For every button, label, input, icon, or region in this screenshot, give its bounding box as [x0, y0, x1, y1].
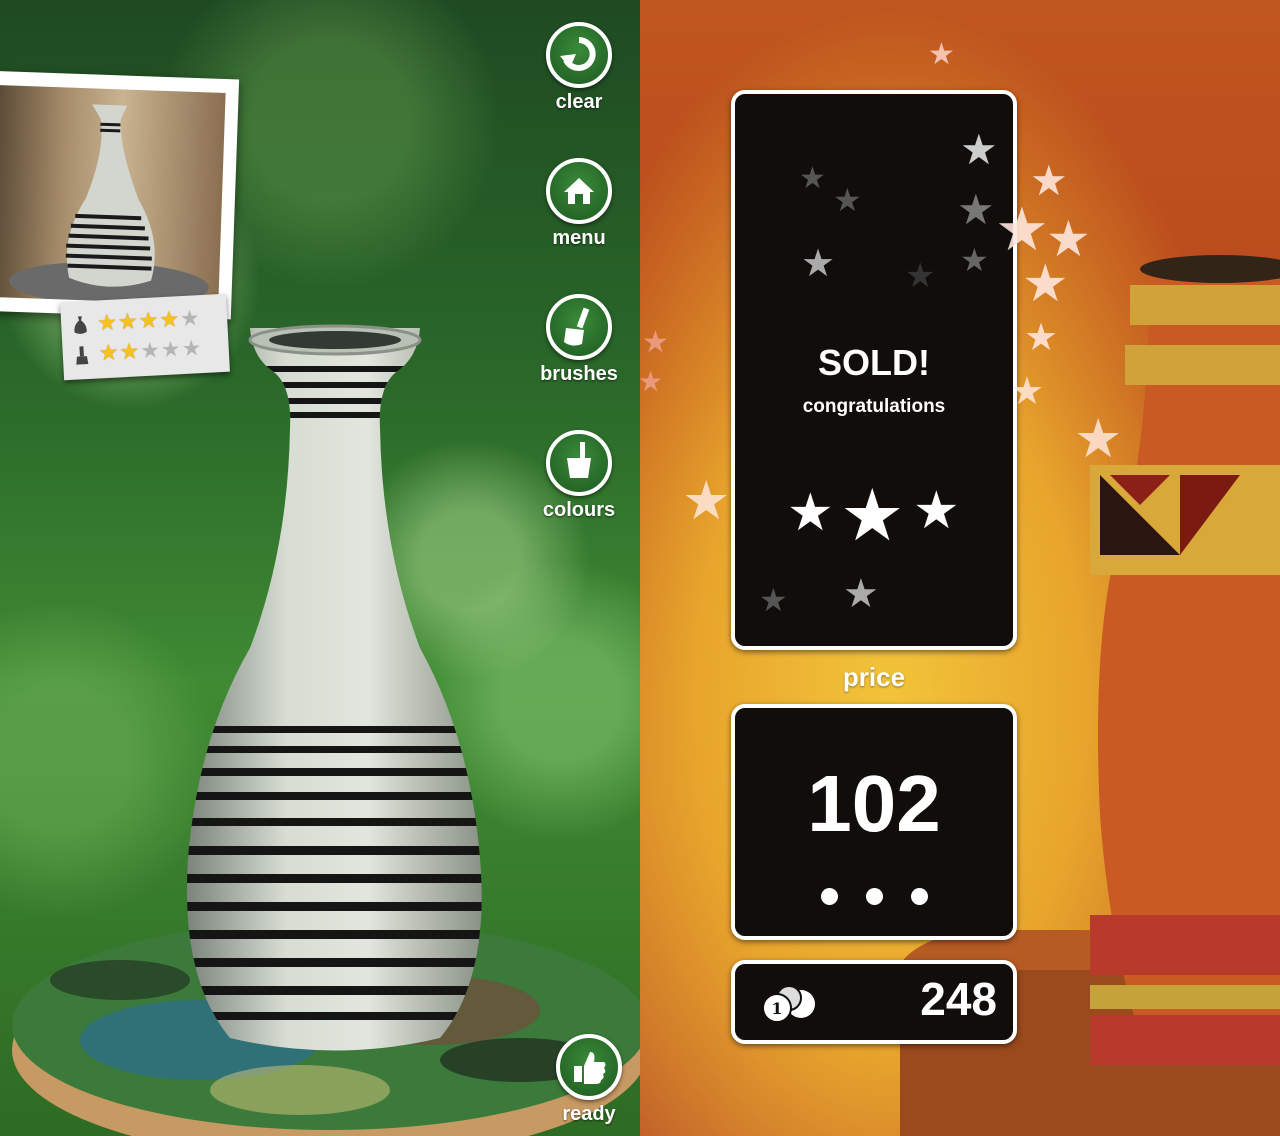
paint-rating: ★★★★★ [70, 335, 203, 370]
rating-card: ★★★★★ ★★★★★ [60, 293, 230, 381]
filled-star-icon: ★ [98, 340, 120, 367]
brushes-button[interactable]: brushes [524, 294, 634, 386]
coins-value: 248 [920, 973, 997, 1025]
empty-star-icon: ★ [160, 337, 182, 364]
filled-star-icon: ★ [158, 307, 180, 334]
filled-star-icon: ★ [138, 308, 160, 335]
empty-star-icon: ★ [139, 338, 161, 365]
price-dots [735, 888, 1013, 905]
bg-star: ★ [957, 185, 995, 234]
sparkle-star: ★ [928, 37, 955, 72]
bg-star: ★ [960, 241, 989, 279]
price-value: 102 [807, 759, 941, 848]
price-panel: 102 [731, 704, 1017, 940]
vase-icon [74, 316, 87, 334]
sold-panel: SOLD! congratulations ★ ★ ★ ★ ★ ★ ★ ★ ★ … [731, 90, 1017, 650]
award-star-1: ★ [787, 483, 834, 543]
dot [865, 888, 883, 905]
ready-button[interactable]: ready [534, 1034, 640, 1126]
bg-star: ★ [843, 571, 879, 617]
sold-title: SOLD! [818, 342, 930, 383]
sparkle-star: ★ [682, 469, 731, 532]
bg-star: ★ [905, 256, 936, 296]
clear-label: clear [555, 91, 603, 113]
vase-thumbnail [0, 85, 226, 305]
colours-label: colours [542, 499, 616, 521]
filled-star-icon: ★ [96, 310, 118, 337]
sparkle-star: ★ [1024, 315, 1059, 359]
shape-stars: ★★★★★ [96, 306, 202, 337]
brush-icon [76, 346, 89, 365]
striped-vase [186, 324, 482, 1051]
african-vase [1090, 255, 1280, 1065]
paint-stars: ★★★★★ [98, 336, 203, 367]
dot [910, 888, 928, 905]
shape-rating: ★★★★★ [69, 305, 202, 340]
sparkle-star: ★ [1022, 254, 1069, 314]
filled-star-icon: ★ [117, 309, 139, 336]
brushes-label: brushes [540, 363, 618, 385]
price-label: price [842, 662, 906, 692]
menu-button[interactable]: menu [524, 158, 634, 250]
sparkle-star: ★ [638, 365, 664, 398]
clear-button[interactable]: clear [524, 22, 634, 114]
sparkle-star: ★ [995, 195, 1049, 265]
colours-button[interactable]: colours [524, 430, 634, 522]
filled-star-icon: ★ [118, 339, 140, 366]
home-icon [564, 178, 594, 204]
menu-label: menu [552, 227, 606, 249]
thumbs-up-icon [574, 1052, 606, 1084]
empty-star-icon: ★ [180, 336, 203, 363]
undo-icon [560, 37, 596, 71]
workshop-pane: ★★★★★ ★★★★★ clear menu brushes colours r… [0, 0, 640, 1136]
sparkle-star: ★ [642, 325, 669, 360]
ready-label: ready [562, 1103, 616, 1125]
sparkle-star: ★ [1010, 369, 1045, 413]
coins-panel: 1 248 [731, 960, 1017, 1044]
dot [820, 888, 838, 905]
bg-star: ★ [801, 241, 836, 285]
bg-star: ★ [833, 181, 862, 219]
award-star-2: ★ [840, 473, 905, 557]
vase-photo [0, 70, 240, 320]
paintbrush-icon [564, 307, 590, 346]
sold-subtitle: congratulations [802, 396, 946, 417]
bg-star: ★ [960, 125, 998, 174]
award-star-3: ★ [913, 481, 960, 541]
bg-star: ★ [799, 161, 826, 196]
coins-icon: 1 [762, 985, 815, 1023]
sparkle-star: ★ [1074, 407, 1123, 470]
svg-text:1: 1 [771, 999, 782, 1018]
bg-star: ★ [759, 581, 788, 619]
paint-bucket-icon [567, 442, 591, 478]
empty-star-icon: ★ [179, 306, 201, 333]
